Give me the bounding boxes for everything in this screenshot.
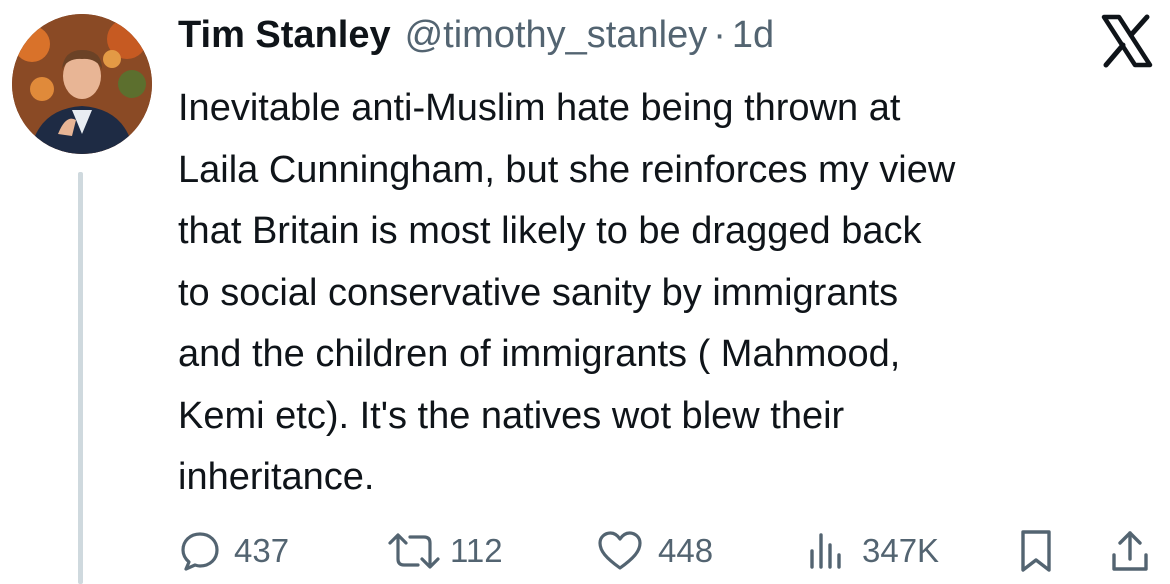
timestamp[interactable]: 1d xyxy=(732,14,774,57)
action-bar: 437 112 448 347K xyxy=(178,526,1158,576)
repost-arrows-icon xyxy=(388,533,440,569)
tweet-text-line: to social conservative sanity by immigra… xyxy=(178,271,899,314)
tweet-text-line: and the children of immigrants ( Mahmood… xyxy=(178,333,901,375)
tweet-text: Inevitable anti-Muslim hate being thrown… xyxy=(178,78,1163,509)
share-button[interactable] xyxy=(1108,526,1152,576)
repost-button[interactable]: 112 xyxy=(384,526,503,576)
heart-icon xyxy=(598,531,642,570)
speech-bubble-icon xyxy=(181,532,219,571)
avatar-photo xyxy=(12,14,152,154)
tweet-header: Tim Stanley @timothy_stanley · 1d xyxy=(178,14,774,64)
like-count: 448 xyxy=(658,532,714,569)
views-button[interactable]: 347K xyxy=(804,526,939,576)
bookmark-button[interactable] xyxy=(1014,526,1058,576)
bookmark-icon xyxy=(1021,530,1051,572)
author-handle[interactable]: @timothy_stanley xyxy=(405,14,708,57)
like-button[interactable]: 448 xyxy=(596,526,713,576)
tweet-text-line: inheritance. xyxy=(178,456,375,498)
reply-button[interactable]: 437 xyxy=(178,526,289,576)
repost-count: 112 xyxy=(450,532,503,569)
tweet-text-line: Inevitable anti-Muslim hate being thrown… xyxy=(178,87,901,129)
separator-dot: · xyxy=(713,14,726,56)
avatar[interactable] xyxy=(12,14,152,154)
tweet-text-line: that Britain is most likely to be dragge… xyxy=(178,210,922,252)
tweet-text-line: Kemi etc). It's the natives wot blew the… xyxy=(178,394,845,437)
share-upload-icon xyxy=(1112,531,1148,571)
thread-line xyxy=(78,172,83,584)
author-name[interactable]: Tim Stanley xyxy=(178,14,391,57)
x-logo-icon[interactable] xyxy=(1100,14,1154,68)
view-count: 347K xyxy=(862,532,940,569)
reply-count: 437 xyxy=(234,532,290,569)
tweet-text-line: Laila Cunningham, but she reinforces my … xyxy=(178,148,956,191)
bar-chart-icon xyxy=(810,533,841,569)
